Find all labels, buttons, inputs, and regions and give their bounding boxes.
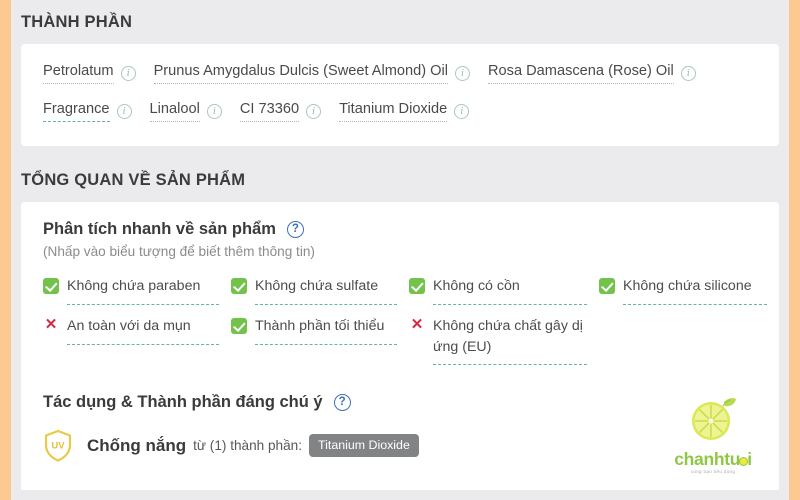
feature-label: Không chứa silicone — [623, 278, 752, 295]
ingredients-heading: THÀNH PHẦN — [21, 13, 133, 31]
ingredients-section-header: THÀNH PHẦN — [11, 0, 789, 44]
feature-label: Không chứa paraben — [67, 278, 201, 295]
red-x-icon: ✕ — [410, 316, 424, 334]
ingredient-row: Fragrance i Linalool i CI 73360 i Titani… — [43, 100, 757, 126]
ingredient-name: Prunus Amygdalus Dulcis (Sweet Almond) O… — [153, 62, 449, 85]
benefits-title: Tác dụng & Thành phần đáng chú ý — [43, 393, 323, 412]
feature-underline: Không có cồn — [433, 276, 587, 306]
info-circle-icon[interactable]: i — [680, 65, 696, 81]
svg-text:UV: UV — [51, 441, 65, 452]
green-check-icon — [231, 318, 247, 335]
ingredient-name: Linalool — [149, 100, 200, 123]
feature-item-no-eu-allergens[interactable]: ✕ Không chứa chất gây dị ứng (EU) — [409, 316, 599, 371]
info-circle-icon[interactable]: i — [120, 65, 136, 81]
ingredient-name: Petrolatum — [43, 62, 114, 85]
feature-item-no-sulfate[interactable]: Không chứa sulfate — [231, 276, 409, 311]
help-circle-icon[interactable]: ? — [286, 221, 304, 239]
right-orange-rail — [789, 0, 800, 500]
help-circle-icon[interactable]: ? — [333, 394, 351, 412]
section-spacer — [11, 146, 789, 159]
ingredient-name: Titanium Dioxide — [339, 100, 448, 123]
feature-label: Không chứa sulfate — [255, 278, 379, 295]
feature-item-no-paraben[interactable]: Không chứa paraben — [43, 276, 231, 311]
benefit-from-text: từ (1) thành phần: — [193, 438, 303, 454]
ingredient-name: Rosa Damascena (Rose) Oil — [488, 62, 674, 85]
quick-analysis-title-row: Phân tích nhanh về sản phẩm ? — [43, 220, 757, 239]
feature-underline: Không chứa paraben — [67, 276, 219, 306]
feature-underline: An toàn với da mụn — [67, 316, 219, 345]
info-circle-icon[interactable]: i — [454, 103, 470, 119]
logo-tagline: cùng bạn tiêu dùng — [690, 469, 736, 475]
info-circle-icon[interactable]: i — [116, 103, 132, 119]
uv-shield-icon: UV — [43, 429, 73, 462]
feature-item-minimal-ingredients[interactable]: Thành phần tối thiểu — [231, 316, 409, 371]
ingredient-item[interactable]: CI 73360 i — [239, 100, 322, 126]
benefits-block: Tác dụng & Thành phần đáng chú ý ? UV Ch… — [43, 393, 757, 462]
feature-underline: Thành phần tối thiểu — [255, 316, 397, 345]
overview-heading: TỔNG QUAN VỀ SẢN PHẨM — [21, 171, 246, 190]
green-check-icon — [599, 278, 615, 295]
ingredients-card: Petrolatum i Prunus Amygdalus Dulcis (Sw… — [21, 44, 779, 147]
benefit-ingredient-tag[interactable]: Titanium Dioxide — [309, 434, 419, 458]
ingredient-item[interactable]: Prunus Amygdalus Dulcis (Sweet Almond) O… — [153, 62, 471, 88]
ingredient-item[interactable]: Petrolatum i — [43, 62, 136, 88]
info-circle-icon[interactable]: i — [455, 65, 471, 81]
info-circle-icon[interactable]: i — [206, 103, 222, 119]
ingredient-item[interactable]: Rosa Damascena (Rose) Oil i — [488, 62, 696, 88]
ingredient-item[interactable]: Titanium Dioxide i — [339, 100, 470, 126]
ingredient-name: CI 73360 — [239, 100, 300, 123]
feature-label: Không chứa chất gây dị ứng (EU) — [433, 318, 583, 355]
feature-item-acne-safe[interactable]: ✕ An toàn với da mụn — [43, 316, 231, 371]
green-check-icon — [409, 278, 425, 295]
left-orange-rail — [0, 0, 11, 500]
red-x-icon: ✕ — [44, 316, 58, 334]
benefit-text: Chống nắng từ (1) thành phần: Titanium D… — [87, 434, 419, 458]
ingredient-item[interactable]: Linalool i — [149, 100, 222, 126]
overview-section-header: TỔNG QUAN VỀ SẢN PHẨM — [11, 158, 789, 203]
feature-underline: Không chứa sulfate — [255, 276, 397, 306]
green-check-icon — [231, 278, 247, 295]
green-check-icon — [43, 278, 59, 295]
ingredient-item[interactable]: Fragrance i — [43, 100, 132, 126]
overview-card: Phân tích nhanh về sản phẩm ? (Nhấp vào … — [21, 202, 779, 491]
feature-item-no-silicone[interactable]: Không chứa silicone — [599, 276, 779, 311]
feature-label: Không có cồn — [433, 278, 520, 295]
feature-label: Thành phần tối thiểu — [255, 318, 385, 335]
benefits-title-row: Tác dụng & Thành phần đáng chú ý ? — [43, 393, 757, 412]
quick-analysis-subtitle: (Nhấp vào biểu tượng để biết thêm thông … — [43, 244, 315, 260]
ingredient-name: Fragrance — [43, 100, 110, 123]
ingredient-row: Petrolatum i Prunus Amygdalus Dulcis (Sw… — [43, 62, 757, 88]
page-canvas: THÀNH PHẦN Petrolatum i Prunus Amygdalus… — [11, 0, 789, 500]
feature-item-no-alcohol[interactable]: Không có cồn — [409, 276, 599, 311]
ingredient-list: Petrolatum i Prunus Amygdalus Dulcis (Sw… — [43, 62, 757, 126]
benefit-name: Chống nắng — [87, 435, 187, 455]
feature-underline: Không chứa silicone — [623, 276, 767, 306]
feature-underline: Không chứa chất gây dị ứng (EU) — [433, 316, 587, 366]
feature-grid: Không chứa paraben Không chứa sulfate Kh… — [43, 276, 767, 371]
benefit-item-sun-protection: UV Chống nắng từ (1) thành phần: Titaniu… — [43, 429, 757, 462]
feature-label: An toàn với da mụn — [67, 318, 191, 335]
quick-analysis-title: Phân tích nhanh về sản phẩm — [43, 220, 276, 239]
info-circle-icon[interactable]: i — [306, 103, 322, 119]
